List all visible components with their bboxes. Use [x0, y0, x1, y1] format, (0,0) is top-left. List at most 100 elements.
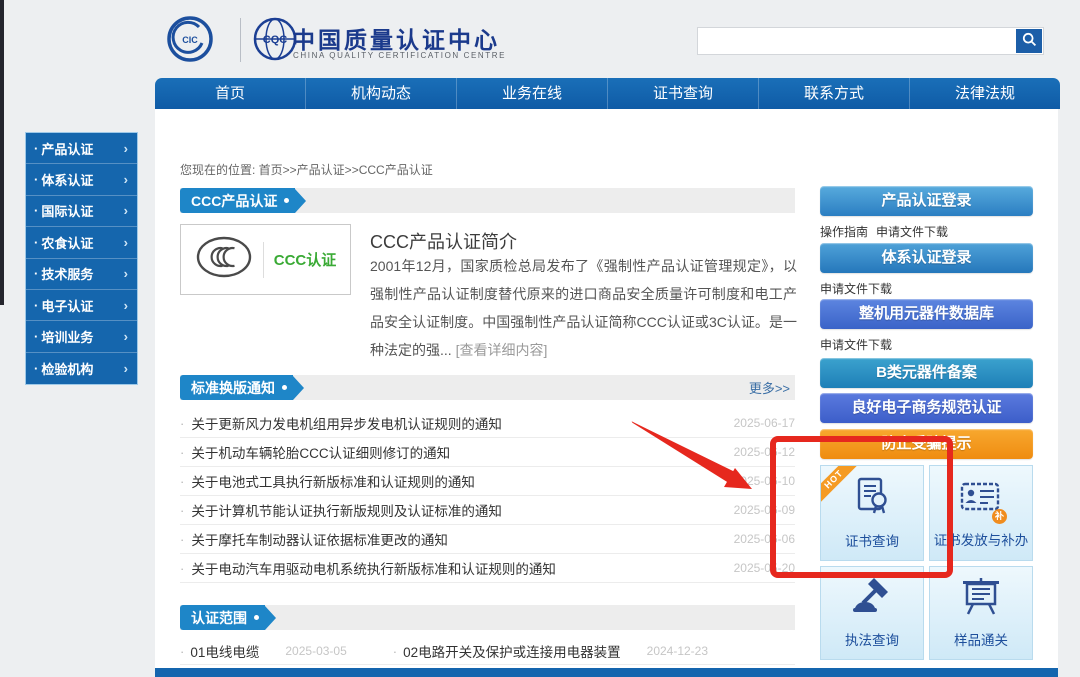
- search-input[interactable]: [702, 28, 1012, 54]
- search-button[interactable]: [1016, 29, 1042, 53]
- tab-arrow-shape: [265, 605, 276, 630]
- notice-list: · 关于更新风力发电机组用异步发电机认证规则的通知 2025-06-17 · 关…: [180, 409, 795, 583]
- fraud-alert-button[interactable]: 防止受骗提示: [820, 429, 1033, 459]
- nav-item-home[interactable]: 首页: [155, 78, 306, 109]
- download-link[interactable]: 申请文件下载: [820, 336, 892, 353]
- scope-item[interactable]: · 01电线电缆 2025-03-05: [180, 641, 347, 661]
- notice-row[interactable]: · 关于计算机节能认证执行新版规则及认证标准的通知 2025-06-09: [180, 496, 795, 525]
- sidebar-item-label: 培训业务: [41, 330, 94, 346]
- section-band-notices: 标准换版通知 更多>>: [180, 375, 795, 400]
- notice-title: 关于机动车辆轮胎CCC认证细则修订的通知: [191, 446, 451, 461]
- notice-row[interactable]: · 关于电动汽车用驱动电机系统执行新版标准和认证规则的通知 2025-05-20: [180, 554, 795, 583]
- bullet: ·: [180, 502, 185, 518]
- ecommerce-cert-button[interactable]: 良好电子商务规范认证: [820, 393, 1033, 423]
- main-nav: 首页 机构动态 业务在线 证书查询 联系方式 法律法规: [155, 78, 1060, 109]
- bullet: ·: [34, 297, 39, 313]
- product-cert-login-button[interactable]: 产品认证登录: [820, 186, 1033, 216]
- nav-item-online[interactable]: 业务在线: [457, 78, 608, 109]
- section-tab-notices[interactable]: 标准换版通知: [180, 375, 293, 400]
- sidebar-item-training[interactable]: · 培训业务 ›: [26, 321, 137, 353]
- notice-row[interactable]: · 关于电池式工具执行新版标准和认证规则的通知 2025-06-10: [180, 467, 795, 496]
- bullet: ·: [34, 203, 39, 219]
- sidebar-item-label: 电子认证: [41, 298, 94, 314]
- divider: [262, 241, 264, 278]
- bullet: ·: [34, 172, 39, 188]
- sidebar-item-system-cert[interactable]: · 体系认证 ›: [26, 164, 137, 196]
- sample-customs-card[interactable]: 样品通关: [929, 566, 1033, 660]
- site-title: 中国质量认证中心: [292, 27, 500, 53]
- sidebar-item-product-cert[interactable]: · 产品认证 ›: [26, 133, 137, 165]
- intro-body: 2001年12月，国家质检总局发布了《强制性产品认证管理规定》，以强制性产品认证…: [370, 252, 797, 364]
- notice-date: 2025-06-09: [733, 503, 795, 517]
- intro-text: 2001年12月，国家质检总局发布了《强制性产品认证管理规定》，以强制性产品认证…: [370, 258, 797, 358]
- notice-title: 关于更新风力发电机组用异步发电机认证规则的通知: [191, 417, 502, 432]
- section-tab-label: 标准换版通知: [191, 379, 275, 396]
- cic-logo: CIC: [166, 15, 214, 63]
- nav-item-news[interactable]: 机构动态: [306, 78, 457, 109]
- sidebar-item-e-cert[interactable]: · 电子认证 ›: [26, 290, 137, 322]
- section-tab-label: CCC产品认证: [191, 192, 278, 209]
- chevron-right-icon: ›: [123, 140, 128, 156]
- operation-guide-link[interactable]: 操作指南: [820, 223, 868, 240]
- download-link[interactable]: 申请文件下载: [876, 223, 948, 240]
- nav-item-cert-query[interactable]: 证书查询: [608, 78, 759, 109]
- screen-edge-artifact: [0, 0, 4, 305]
- scope-date: 2024-12-23: [646, 644, 709, 658]
- notice-row[interactable]: · 关于摩托车制动器认证依据标准更改的通知 2025-06-06: [180, 525, 795, 554]
- detail-link[interactable]: [查看详细内容]: [456, 342, 548, 358]
- component-db-button[interactable]: 整机用元器件数据库: [820, 299, 1033, 329]
- sidebar-item-inspection[interactable]: · 检验机构 ›: [26, 353, 137, 384]
- ccc-mark-icon: [195, 235, 253, 284]
- scope-date: 2025-03-05: [285, 644, 347, 658]
- intro-heading: CCC产品认证简介: [370, 232, 517, 252]
- section-tab-label: 认证范围: [191, 609, 247, 626]
- page: CIC CQC 中国质量认证中心 CHINA QUALITY CERTIFICA…: [0, 0, 1080, 677]
- bullet: ·: [180, 560, 185, 576]
- notice-title: 关于电池式工具执行新版标准和认证规则的通知: [191, 475, 475, 490]
- sidebar-item-agrifood-cert[interactable]: · 农食认证 ›: [26, 227, 137, 259]
- search-icon: [1022, 32, 1037, 50]
- download-link[interactable]: 申请文件下载: [820, 280, 892, 297]
- system-cert-login-button[interactable]: 体系认证登录: [820, 243, 1033, 273]
- ccc-mark-caption: CCC认证: [273, 252, 337, 269]
- notice-row[interactable]: · 关于机动车辆轮胎CCC认证细则修订的通知 2025-06-12: [180, 438, 795, 467]
- scope-item[interactable]: · 02电路开关及保护或连接用电器装置 2024-12-23: [393, 641, 708, 661]
- sidebar-item-tech-service[interactable]: · 技术服务 ›: [26, 259, 137, 290]
- sidebar-item-intl-cert[interactable]: · 国际认证 ›: [26, 196, 137, 228]
- bullet: ·: [34, 329, 39, 345]
- notice-date: 2025-06-10: [733, 474, 795, 488]
- cqc-logo-text: CQC: [263, 34, 288, 46]
- scope-title: 01电线电缆: [190, 645, 260, 660]
- nav-item-contact[interactable]: 联系方式: [759, 78, 910, 109]
- law-enforcement-query-card[interactable]: 执法查询: [820, 566, 924, 660]
- cert-issue-reissue-card[interactable]: 补 证书发放与补办: [929, 465, 1033, 561]
- b-class-component-button[interactable]: B类元器件备案: [820, 358, 1033, 388]
- bullet: ·: [34, 234, 39, 250]
- notice-date: 2025-06-06: [733, 532, 795, 546]
- chevron-right-icon: ›: [123, 172, 128, 188]
- bullet: ·: [180, 473, 185, 489]
- section-tab-scope[interactable]: 认证范围: [180, 605, 265, 630]
- tab-dot: [284, 198, 290, 203]
- tab-arrow-shape: [293, 375, 304, 400]
- section-tab-ccc[interactable]: CCC产品认证: [180, 188, 296, 213]
- more-link[interactable]: 更多>>: [749, 378, 790, 397]
- site-subtitle: CHINA QUALITY CERTIFICATION CENTRE: [293, 51, 507, 60]
- ccc-mark-image: CCC认证: [180, 224, 351, 295]
- bullet: ·: [180, 531, 185, 547]
- cert-query-card[interactable]: HOT 证书查询: [820, 465, 924, 561]
- notice-row[interactable]: · 关于更新风力发电机组用异步发电机认证规则的通知 2025-06-17: [180, 409, 795, 438]
- nav-item-law[interactable]: 法律法规: [910, 78, 1060, 109]
- chevron-right-icon: ›: [123, 234, 128, 250]
- tab-arrow-shape: [295, 188, 307, 213]
- scope-title: 02电路开关及保护或连接用电器装置: [403, 645, 621, 660]
- bullet: ·: [34, 140, 39, 156]
- tab-dot: [254, 615, 259, 620]
- scope-list: · 01电线电缆 2025-03-05 · 02电路开关及保护或连接用电器装置 …: [180, 638, 795, 665]
- bullet: ·: [180, 643, 185, 659]
- left-sidebar: · 产品认证 › · 体系认证 › · 国际认证 › · 农食认证 › · 技术…: [25, 132, 138, 386]
- sidebar-item-label: 体系认证: [41, 173, 94, 189]
- chevron-right-icon: ›: [123, 360, 128, 376]
- bullet: ·: [34, 266, 39, 282]
- notice-date: 2025-06-17: [733, 416, 795, 430]
